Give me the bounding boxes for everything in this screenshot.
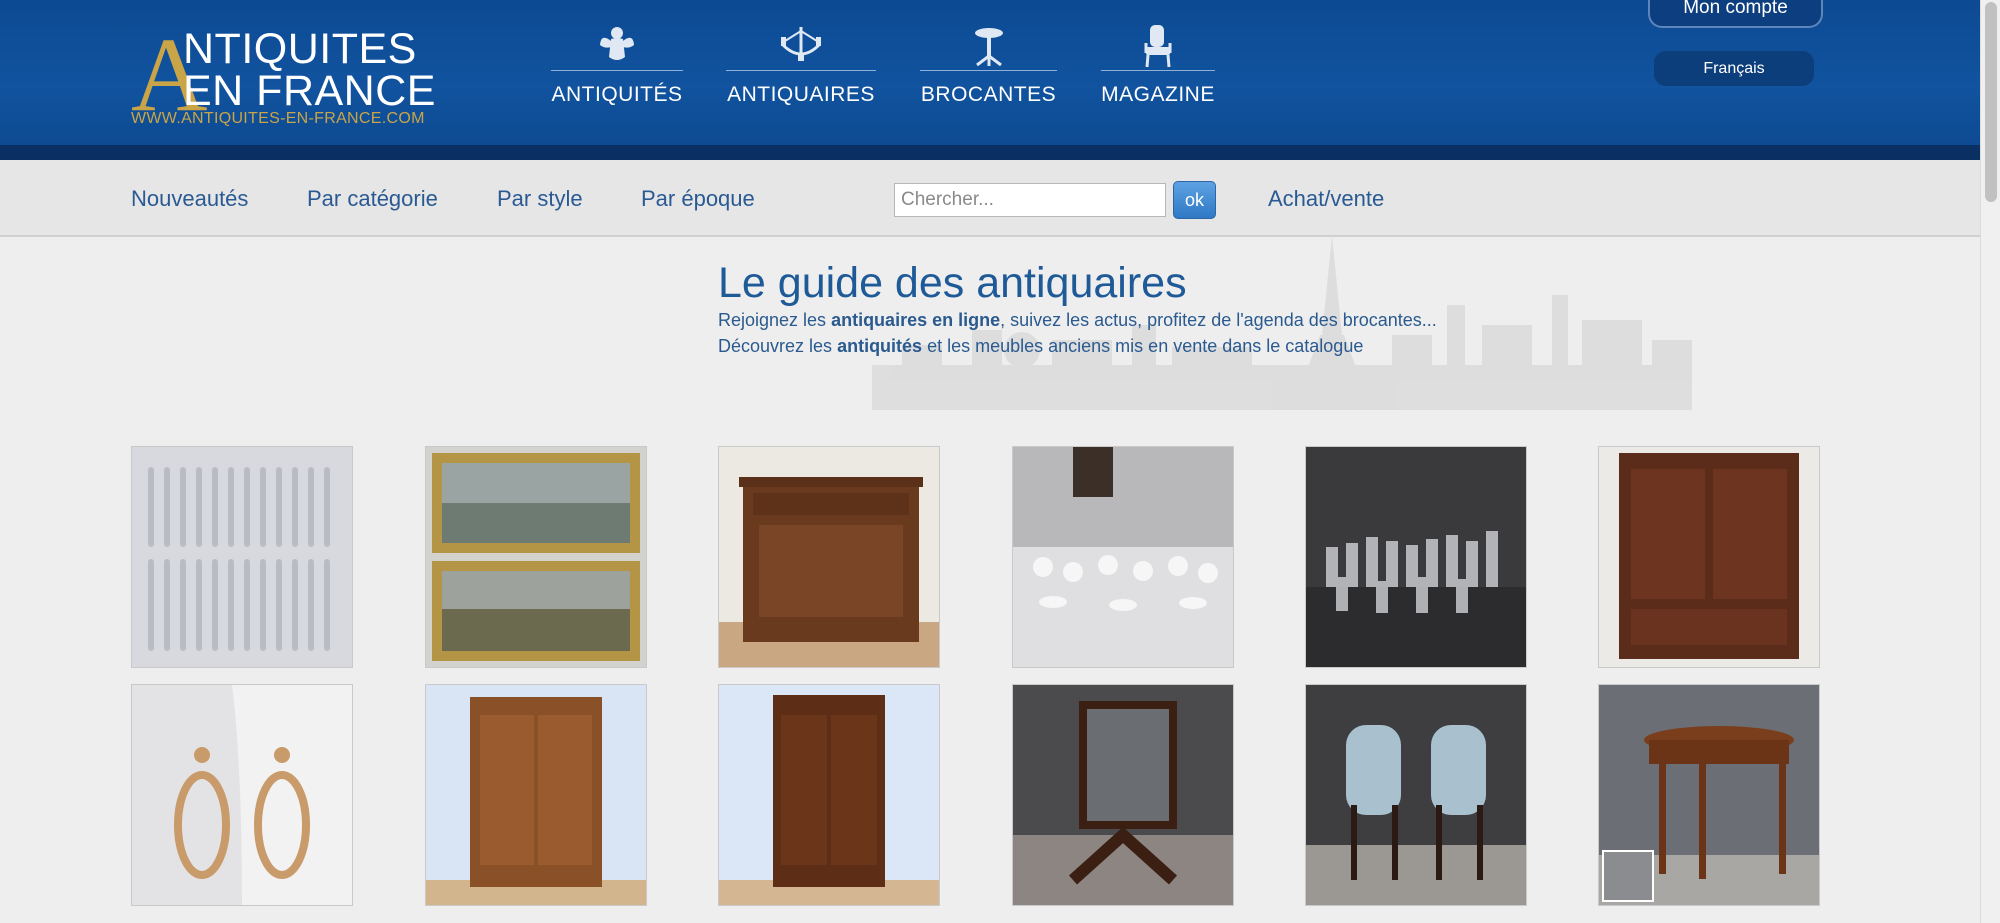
nav-label: BROCANTES [920,83,1057,106]
scrollbar-thumb[interactable] [1985,2,1997,202]
tall-wardrobe-image [426,685,646,905]
logo-url: WWW.ANTIQUITES-EN-FRANCE.COM [131,110,425,127]
header-divider-strip [0,145,1980,160]
nav-label: ANTIQUITÉS [551,83,683,106]
antiquites-link[interactable]: antiquités [837,336,922,356]
armchair-icon [1144,25,1172,68]
pair-of-paintings-image [426,447,646,667]
search-ok-button[interactable]: ok [1173,181,1216,219]
search-input[interactable] [894,183,1166,217]
product-thumbnail[interactable] [131,684,353,906]
nav-magazine[interactable]: MAGAZINE [1101,22,1215,110]
nav-antiquaires[interactable]: ANTIQUAIRES [726,22,876,110]
nav-divider [726,70,876,71]
subnav-par-categorie[interactable]: Par catégorie [307,186,438,212]
hero-text: Découvrez les [718,336,838,356]
crystal-glasses-image [1306,447,1526,667]
nav-label: MAGAZINE [1101,83,1215,106]
pair-of-chairs-image [1306,685,1526,905]
language-selector[interactable]: Français [1654,51,1814,86]
subnav-achat-vente[interactable]: Achat/vente [1268,186,1384,212]
subnav-nouveautes[interactable]: Nouveautés [131,186,248,212]
product-thumbnail[interactable] [1012,684,1234,906]
nav-antiquites[interactable]: ANTIQUITÉS [551,22,683,110]
chandelier-icon [781,27,821,61]
logo-text-line1: NTIQUITES [183,25,417,73]
wooden-cabinet-image [719,447,939,667]
product-thumbnail[interactable] [1598,684,1820,906]
hero-intro-line1: Rejoignez les antiquaires en ligne, suiv… [718,310,1437,331]
hero-text: et les meubles anciens mis en vente dans… [922,336,1364,356]
silver-cutlery-image [132,447,352,667]
product-thumbnail[interactable] [425,684,647,906]
narrow-wardrobe-image [719,685,939,905]
gold-earrings-image [132,685,352,905]
sub-navigation: Nouveautés Par catégorie Par style Par é… [0,160,1980,237]
hero-text: Rejoignez les [718,310,832,330]
product-thumbnail[interactable] [1012,446,1234,668]
nav-label: ANTIQUAIRES [727,83,875,106]
carved-armoire-image [1599,447,1819,667]
account-button[interactable]: Mon compte [1648,0,1823,28]
site-header: A NTIQUITES EN FRANCE WWW.ANTIQUITES-EN-… [0,0,1980,145]
subnav-par-epoque[interactable]: Par époque [641,186,755,212]
product-thumbnail[interactable] [425,446,647,668]
product-thumbnail[interactable] [1305,446,1527,668]
product-thumbnail[interactable] [131,446,353,668]
cherub-icon [600,27,634,60]
table-setting-image [1013,447,1233,667]
vertical-scrollbar[interactable] [1980,0,2000,923]
logo-text-line2: EN FRANCE [183,67,436,115]
product-thumbnail[interactable] [1305,684,1527,906]
site-logo[interactable]: A NTIQUITES EN FRANCE WWW.ANTIQUITES-EN-… [131,22,436,132]
page-title: Le guide des antiquaires [718,259,1187,307]
product-thumbnail[interactable] [718,684,940,906]
nav-brocantes[interactable]: BROCANTES [920,22,1057,110]
half-moon-table-image [1599,685,1819,905]
psyche-mirror-image [1013,685,1233,905]
product-thumbnail[interactable] [718,446,940,668]
product-thumbnail[interactable] [1598,446,1820,668]
subnav-par-style[interactable]: Par style [497,186,583,212]
hero-text: , suivez les actus, profitez de l'agenda… [1000,310,1437,330]
hero-intro-line2: Découvrez les antiquités et les meubles … [718,336,1363,357]
antiquaires-en-ligne-link[interactable]: antiquaires en ligne [831,310,1000,330]
nav-divider [1101,70,1215,71]
pedestal-table-icon [974,28,1003,67]
nav-divider [551,70,683,71]
nav-divider [920,70,1057,71]
